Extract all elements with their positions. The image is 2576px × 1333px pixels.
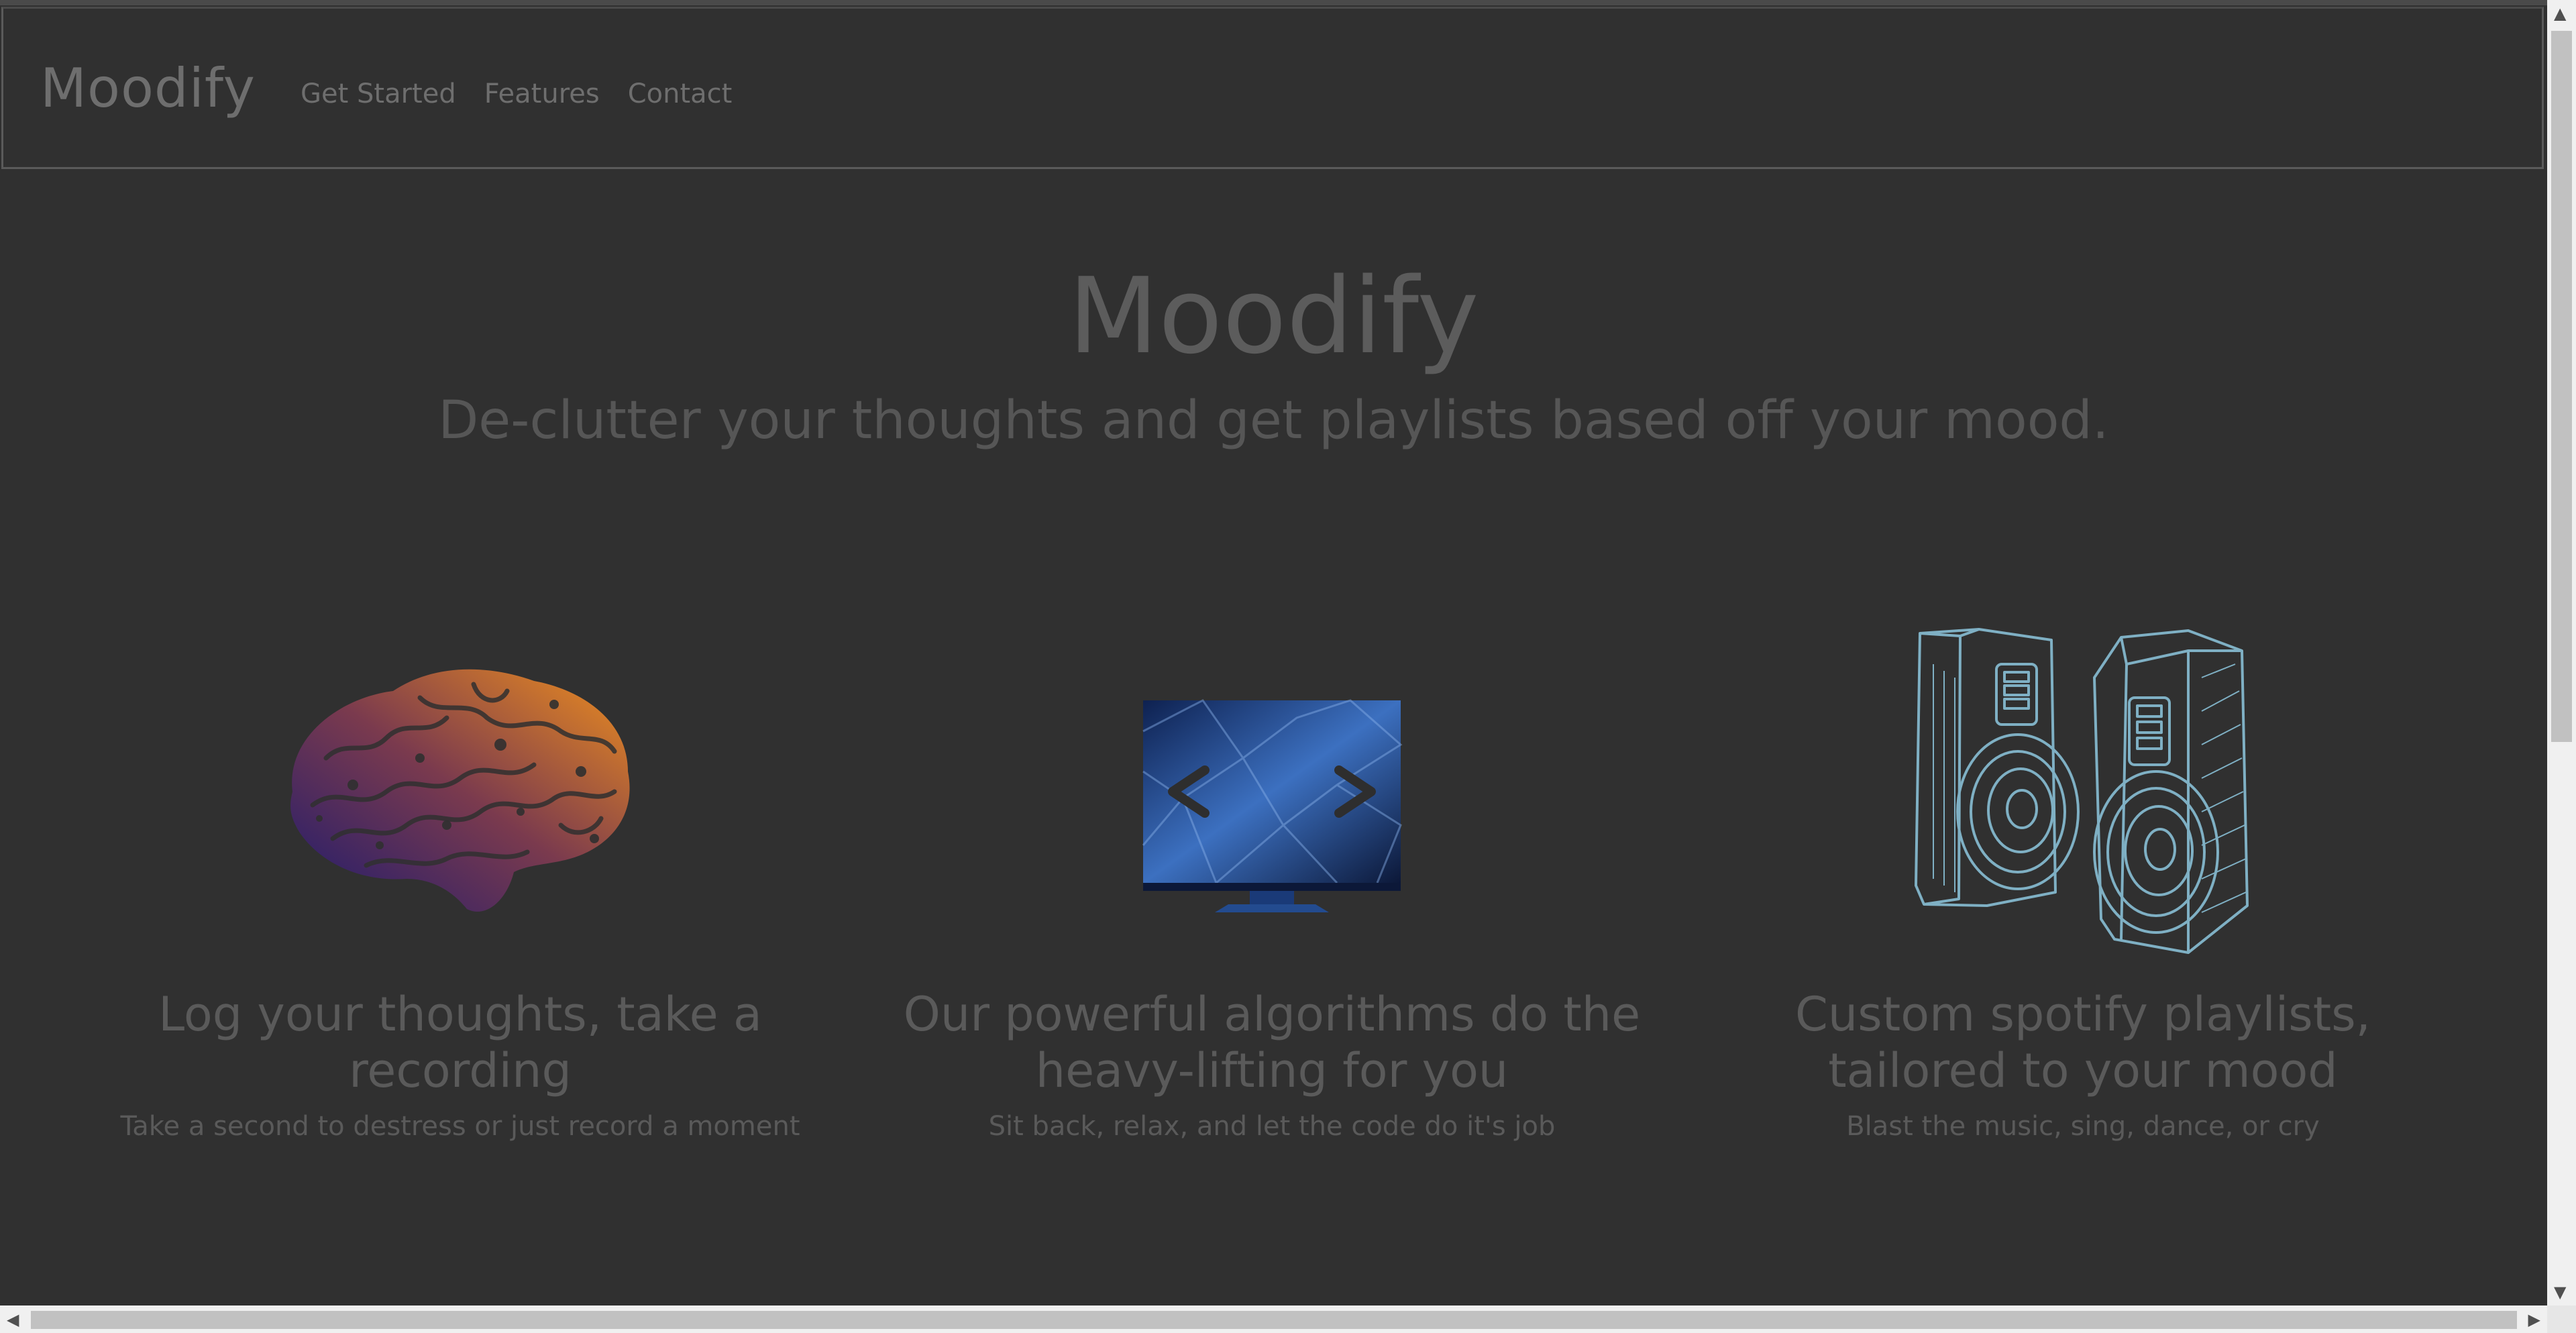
horizontal-scrollbar[interactable]: ◀ ▶	[0, 1305, 2547, 1333]
scroll-down-icon[interactable]: ▼	[2554, 1283, 2566, 1301]
hero-subtitle: De-clutter your thoughts and get playlis…	[438, 390, 2109, 451]
vertical-scroll-thumb[interactable]	[2551, 31, 2572, 742]
feature-card-log: Log your thoughts, take a recording Take…	[56, 624, 865, 1142]
horizontal-scroll-thumb[interactable]	[31, 1311, 2517, 1329]
monitor-code-icon	[867, 624, 1676, 973]
feature-description: Take a second to destress or just record…	[120, 1111, 800, 1142]
brand-logo-link[interactable]: Moodify	[40, 57, 256, 119]
nav-links: Get Started Features Contact	[301, 78, 732, 109]
feature-title: Our powerful algorithms do the heavy-lif…	[867, 986, 1676, 1099]
navbar: Moodify Get Started Features Contact	[1, 7, 2544, 169]
feature-title-line: Log your thoughts, take a	[158, 987, 762, 1042]
feature-title: Custom spotify playlists, tailored to yo…	[1678, 986, 2487, 1099]
feature-title: Log your thoughts, take a recording	[56, 986, 865, 1099]
scroll-up-icon[interactable]: ▲	[2554, 4, 2566, 23]
scroll-right-icon[interactable]: ▶	[2528, 1310, 2540, 1329]
feature-title-line: Our powerful algorithms do the	[903, 987, 1641, 1042]
hero-title: Moodify	[1068, 255, 1479, 377]
speakers-icon	[1678, 624, 2487, 973]
feature-title-line: recording	[349, 1043, 572, 1098]
scroll-left-icon[interactable]: ◀	[7, 1310, 19, 1329]
feature-card-algorithms: Our powerful algorithms do the heavy-lif…	[867, 624, 1676, 1142]
feature-title-line: tailored to your mood	[1828, 1043, 2338, 1098]
page-viewport: Moodify Get Started Features Contact Moo…	[0, 0, 2547, 1305]
vertical-scrollbar[interactable]: ▲ ▼	[2547, 0, 2576, 1305]
feature-description: Blast the music, sing, dance, or cry	[1846, 1111, 2320, 1142]
nav-link-features[interactable]: Features	[484, 78, 600, 109]
feature-card-playlists: Custom spotify playlists, tailored to yo…	[1678, 624, 2487, 1142]
scrollbar-corner	[2547, 1305, 2576, 1333]
feature-description: Sit back, relax, and let the code do it'…	[988, 1111, 1556, 1142]
feature-title-line: Custom spotify playlists,	[1795, 987, 2371, 1042]
nav-link-get-started[interactable]: Get Started	[301, 78, 456, 109]
window-top-border	[0, 0, 2547, 5]
nav-link-contact[interactable]: Contact	[628, 78, 733, 109]
feature-title-line: heavy-lifting for you	[1035, 1043, 1509, 1098]
brain-icon	[56, 624, 865, 973]
